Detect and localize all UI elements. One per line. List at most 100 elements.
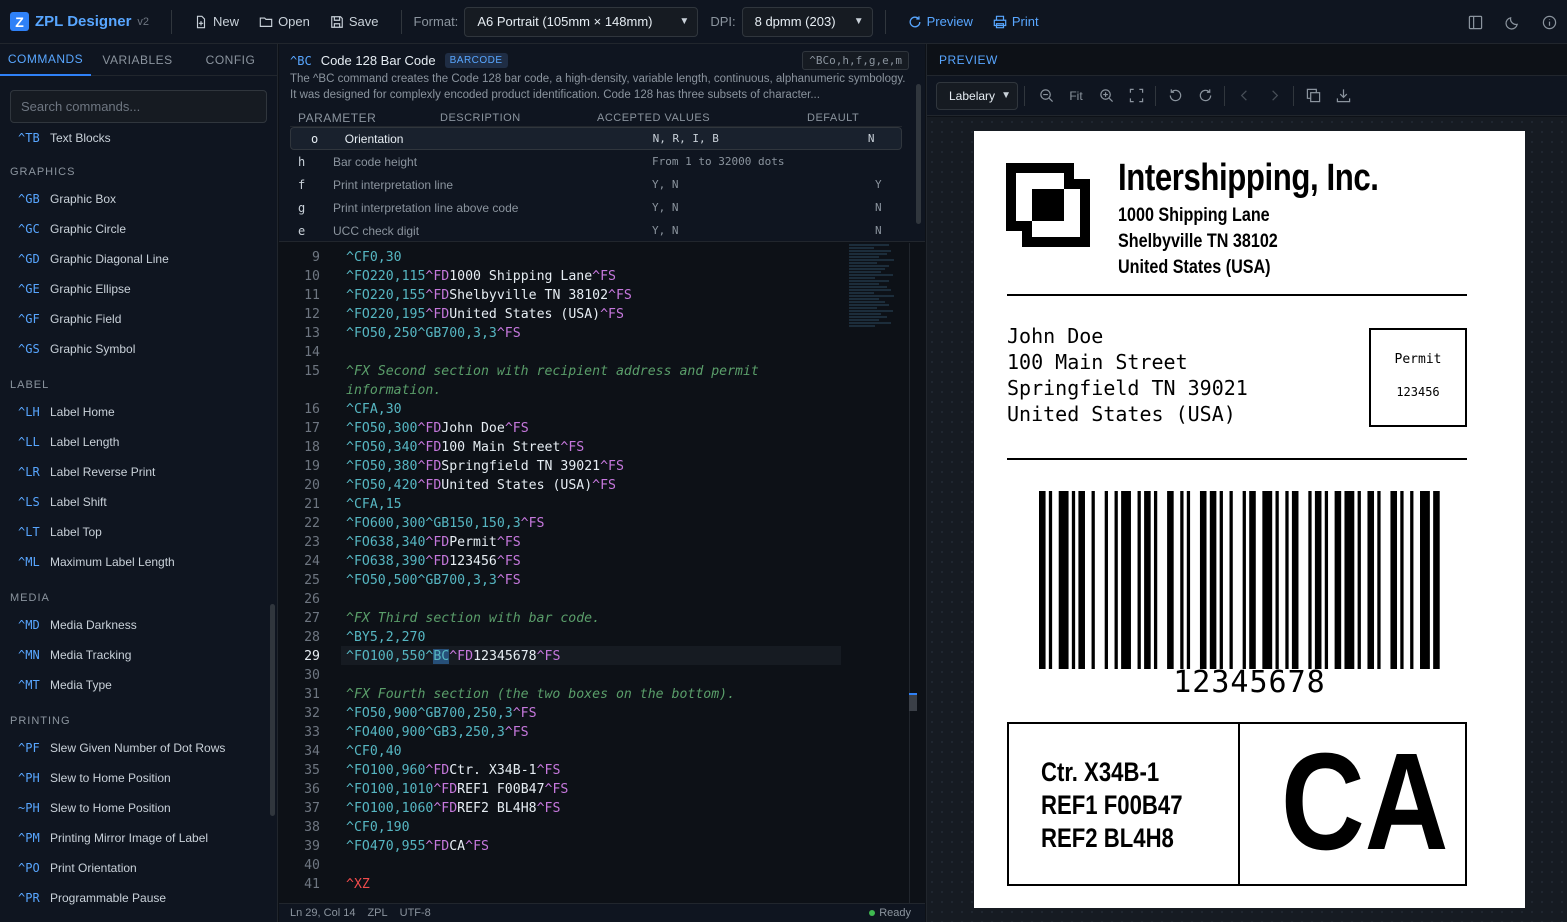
next-label-button[interactable] [1259,82,1289,110]
layout-toggle-icon[interactable] [1468,15,1483,30]
code-line[interactable]: 16 ^CFA,30 [279,400,401,419]
code-line[interactable]: 9 ^CF0,30 [279,248,402,267]
barcode-bar [1039,491,1046,669]
code-line[interactable]: 14 [279,343,346,362]
command-item[interactable]: ^ML Maximum Label Length [0,547,268,577]
rotate-right-button[interactable] [1190,82,1220,110]
parameter-row[interactable]: h Bar code height From 1 to 32000 dots [290,150,902,173]
command-item[interactable]: ^GB Graphic Box [0,184,268,214]
parameter-row[interactable]: f Print interpretation line Y, N Y [290,173,902,196]
command-item[interactable]: ^LL Label Length [0,427,268,457]
command-item[interactable]: ^GC Graphic Circle [0,214,268,244]
previous-label-button[interactable] [1229,82,1259,110]
save-button[interactable]: Save [320,14,389,29]
zoom-out-button[interactable] [1031,82,1061,110]
code-line[interactable]: 21 ^CFA,15 [279,495,402,514]
download-button[interactable] [1328,82,1358,110]
copy-button[interactable] [1298,82,1328,110]
barcode-bar [1219,491,1223,669]
rotate-left-button[interactable] [1160,82,1190,110]
line-content: ^CFA,15 [346,497,402,512]
command-item[interactable]: ^LT Label Top [0,517,268,547]
code-line[interactable]: 34 ^CF0,40 [279,742,401,761]
command-item[interactable]: ^PM Printing Mirror Image of Label [0,823,268,853]
command-item[interactable]: ^GE Graphic Ellipse [0,274,268,304]
tab-config[interactable]: CONFIG [184,44,277,76]
command-search-input[interactable]: Search commands... [10,90,267,123]
line-number: 24 [304,554,320,569]
code-line[interactable]: 29 ^FO100,550^BC^FD12345678^FS [279,647,560,666]
command-item[interactable]: ^LH Label Home [0,397,268,427]
code-line[interactable]: 27 ^FX Third section with bar code. [279,609,600,628]
open-button[interactable]: Open [249,14,320,29]
code-line[interactable]: 39 ^FO470,955^FDCA^FS [279,837,489,856]
code-line[interactable]: 11 ^FO220,155^FDShelbyville TN 38102^FS [279,286,632,305]
code-line[interactable]: 18 ^FO50,340^FD100 Main Street^FS [279,438,584,457]
code-line[interactable]: 28 ^BY5,2,270 [279,628,425,647]
line-content: ^XZ [346,877,370,892]
command-item[interactable]: ^MT Media Type [0,670,268,700]
command-item[interactable]: ^TB Text Blocks [0,124,268,151]
command-item[interactable]: ^LS Label Shift [0,487,268,517]
code-line[interactable]: 17 ^FO50,300^FDJohn Doe^FS [279,419,529,438]
preview-button[interactable]: Preview [898,14,983,29]
code-line[interactable]: 20 ^FO50,420^FDUnited States (USA)^FS [279,476,616,495]
command-item[interactable]: ^MD Media Darkness [0,610,268,640]
code-line[interactable]: 19 ^FO50,380^FDSpringfield TN 39021^FS [279,457,624,476]
code-line[interactable]: 24 ^FO638,390^FD123456^FS [279,552,521,571]
code-line[interactable]: 32 ^FO50,900^GB700,250,3^FS [279,704,536,723]
command-item[interactable]: ^PO Print Orientation [0,853,268,883]
code-line[interactable]: 35 ^FO100,960^FDCtr. X34B-1^FS [279,761,560,780]
code-line[interactable]: 15 ^FX Second section with recipient addr… [279,362,759,381]
param-name: e [298,223,306,238]
tab-variables[interactable]: VARIABLES [91,44,184,76]
editor-scroll-thumb[interactable] [909,693,917,711]
sidebar-scrollbar[interactable] [270,604,275,816]
code-line[interactable]: 38 ^CF0,190 [279,818,409,837]
code-line[interactable]: 33 ^FO400,900^GB3,250,3^FS [279,723,529,742]
parameter-row[interactable]: g Print interpretation line above code Y, … [290,196,902,219]
command-item[interactable]: ~PH Slew to Home Position [0,793,268,823]
code-line[interactable]: 41 ^XZ [279,875,370,894]
print-button[interactable]: Print [983,14,1049,29]
new-button[interactable]: New [184,14,249,29]
code-line[interactable]: 13 ^FO50,250^GB700,3,3^FS [279,324,521,343]
command-code: ^PR [18,891,40,905]
zoom-in-button[interactable] [1091,82,1121,110]
code-line[interactable]: 12 ^FO220,195^FDUnited States (USA)^FS [279,305,624,324]
doc-scrollbar[interactable] [916,84,921,224]
code-line[interactable]: 10 ^FO220,115^FD1000 Shipping Lane^FS [279,267,616,286]
fit-button[interactable]: Fit [1061,82,1091,110]
fullscreen-button[interactable] [1121,82,1151,110]
code-line[interactable]: 26 [279,590,346,609]
code-line[interactable]: 37 ^FO100,1060^FDREF2 BL4H8^FS [279,799,560,818]
parameter-row[interactable]: e UCC check digit Y, N N [290,219,902,242]
code-line[interactable]: 30 [279,666,346,685]
code-line[interactable]: 23 ^FO638,340^FDPermit^FS [279,533,521,552]
command-item[interactable]: ^GF Graphic Field [0,304,268,334]
command-item[interactable]: ^PF Slew Given Number of Dot Rows [0,733,268,763]
format-select[interactable]: A6 Portrait (105mm × 148mm) ▼ [464,6,699,37]
code-line[interactable]: 22 ^FO600,300^GB150,150,3^FS [279,514,544,533]
parameter-row[interactable]: o Orientation N, R, I, B N [290,127,902,150]
tab-commands[interactable]: COMMANDS [0,44,91,76]
renderer-select[interactable]: Labelary ▼ [936,81,1018,110]
preview-canvas[interactable]: Intershipping, Inc. 1000 Shipping Lane S… [927,117,1567,922]
command-item[interactable]: ^GD Graphic Diagonal Line [0,244,268,274]
editor-scrollbar[interactable] [909,243,910,903]
command-item[interactable]: ^PH Slew to Home Position [0,763,268,793]
info-icon[interactable] [1542,15,1557,30]
editor-minimap[interactable] [849,243,909,343]
command-item[interactable]: ^MN Media Tracking [0,640,268,670]
code-line[interactable]: 25 ^FO50,500^GB700,3,3^FS [279,571,521,590]
dpi-select[interactable]: 8 dpmm (203) ▼ [741,6,873,37]
command-item[interactable]: ^PR Programmable Pause [0,883,268,913]
code-line[interactable]: 40 [279,856,346,875]
moon-icon[interactable] [1505,15,1520,30]
code-line[interactable]: 31 ^FX Fourth section (the two boxes on t… [279,685,735,704]
code-line[interactable]: information. [279,381,441,400]
code-editor[interactable]: 9 ^CF0,30 10 ^FO220,115^FD1000 Shipping Lan… [279,243,925,903]
code-line[interactable]: 36 ^FO100,1010^FDREF1 F00B47^FS [279,780,568,799]
command-item[interactable]: ^GS Graphic Symbol [0,334,268,364]
command-item[interactable]: ^LR Label Reverse Print [0,457,268,487]
